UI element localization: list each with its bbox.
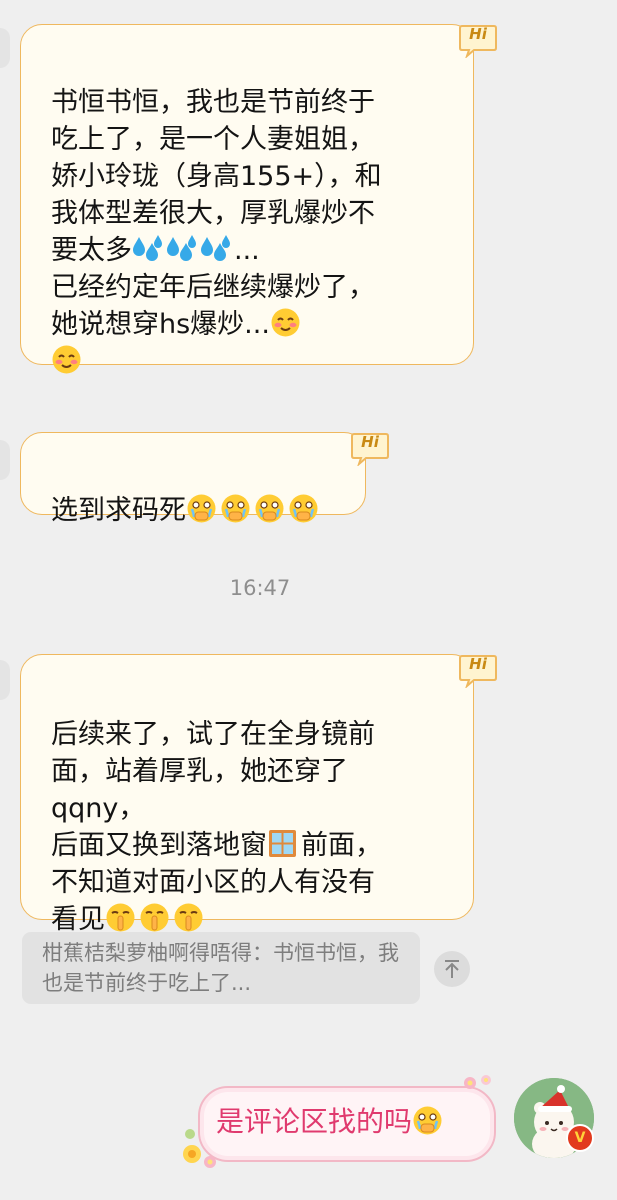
- blushing-smile-emoji: [51, 344, 82, 375]
- avatar-edge-shadow: [0, 660, 10, 700]
- received-message-bubble[interactable]: 后续来了，试了在全身镜前 面，站着厚乳，她还穿了 qqny， 后面又换到落地窗前…: [20, 654, 474, 935]
- verified-v-badge: V: [566, 1124, 594, 1152]
- blushing-smile-emoji: [270, 307, 301, 338]
- emoji-group: [51, 344, 85, 377]
- shushing-face-emoji: [139, 902, 170, 933]
- chat-timestamp: 16:47: [229, 576, 291, 600]
- holding-back-tears-emoji: [254, 493, 285, 524]
- shushing-face-emoji: [105, 902, 136, 933]
- hi-sticker-badge: Hi: [458, 22, 498, 58]
- quoted-message-text: 柑蕉桔梨萝柚啊得唔得：书恒书恒，我也是节前终于吃上了...: [42, 941, 399, 995]
- jump-to-quote-button[interactable]: [434, 951, 470, 987]
- emoji-group: [270, 307, 304, 340]
- sweat-droplets-emoji: [132, 233, 163, 264]
- holding-back-tears-emoji: [220, 493, 251, 524]
- hi-sticker-badge: Hi: [350, 430, 390, 466]
- flower-decoration-icon: [464, 1075, 491, 1089]
- quoted-message-preview[interactable]: 柑蕉桔梨萝柚啊得唔得：书恒书恒，我也是节前终于吃上了...: [22, 932, 420, 1004]
- holding-back-tears-emoji: [288, 493, 319, 524]
- holding-back-tears-emoji: [186, 493, 217, 524]
- hi-sticker-badge: Hi: [458, 652, 498, 688]
- holding-back-tears-emoji: [412, 1105, 443, 1136]
- message-text: 选到求码死: [51, 495, 186, 526]
- emoji-group: [267, 830, 301, 861]
- sweat-droplets-emoji: [200, 233, 231, 264]
- received-message-bubble[interactable]: 选到求码死: [20, 432, 366, 526]
- sent-message-text: 是评论区找的吗: [216, 1105, 413, 1138]
- emoji-group: [186, 493, 322, 526]
- sent-message-bubble[interactable]: 是评论区找的吗: [198, 1086, 496, 1162]
- flower-decoration-icon: [183, 1129, 216, 1168]
- emoji-group: [132, 235, 234, 266]
- arrow-up-icon: [445, 960, 459, 978]
- avatar-edge-shadow: [0, 440, 10, 480]
- shushing-face-emoji: [173, 902, 204, 933]
- avatar-edge-shadow: [0, 28, 10, 68]
- window-emoji: [267, 828, 298, 859]
- sweat-droplets-emoji: [166, 233, 197, 264]
- emoji-group: [105, 902, 207, 935]
- received-message-bubble[interactable]: 书恒书恒，我也是节前终于 吃上了，是一个人妻姐姐， 娇小玲珑（身高155+），和…: [20, 24, 474, 374]
